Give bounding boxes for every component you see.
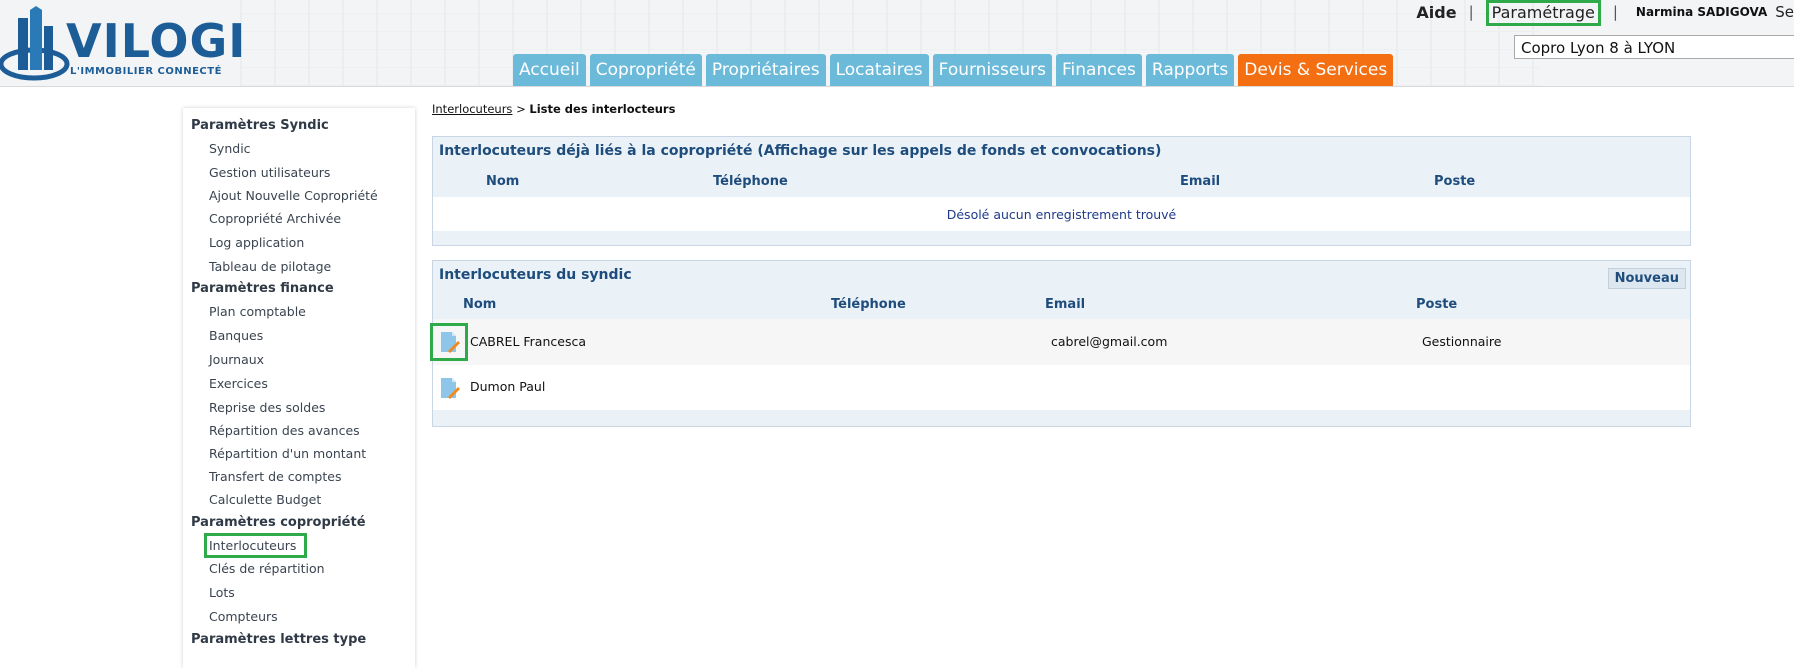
nav-tab-accueil[interactable]: Accueil (513, 54, 586, 86)
sidebar-item-repartition-avances[interactable]: Répartition des avances (209, 423, 360, 438)
panel-syndic-title: Interlocuteurs du syndic (439, 267, 632, 283)
panel-copro-title: Interlocuteurs déjà liés à la copropriét… (439, 143, 1162, 159)
user-extra-link[interactable]: Se (1775, 3, 1794, 21)
sidebar-item-banques[interactable]: Banques (209, 328, 263, 343)
logo-wordmark: VILOGI (66, 14, 247, 68)
breadcrumb-link[interactable]: Interlocuteurs (432, 102, 512, 116)
empty-message: Désolé aucun enregistrement trouvé (946, 207, 1177, 222)
sidebar-section-finance: Paramètres finance (191, 281, 334, 296)
cell-nom: CABREL Francesca (470, 334, 586, 349)
sidebar-item-compteurs[interactable]: Compteurs (209, 609, 278, 624)
breadcrumb: Interlocuteurs > Liste des interlocteurs (432, 102, 675, 116)
table-row[interactable]: Dumon Paul (433, 365, 1690, 410)
sidebar-item-repartition-montant[interactable]: Répartition d'un montant (209, 446, 366, 461)
top-link-separator: | (1612, 3, 1618, 21)
sidebar-item-transfert-comptes[interactable]: Transfert de comptes (209, 469, 341, 484)
table-row-empty: Désolé aucun enregistrement trouvé (433, 197, 1690, 231)
sidebar-item-cles-repartition[interactable]: Clés de répartition (209, 561, 325, 576)
panel-syndic-interlocuteurs: Interlocuteurs du syndic Nouveau Nom Tél… (430, 260, 1691, 427)
logo-tagline: L'IMMOBILIER CONNECTÉ (70, 66, 222, 77)
settings-link[interactable]: Paramétrage (1485, 0, 1601, 26)
sidebar-item-interlocuteurs[interactable]: Interlocuteurs (203, 533, 308, 558)
col-header-poste[interactable]: Poste (1416, 297, 1457, 312)
top-link-separator: | (1468, 3, 1474, 21)
sidebar-item-copropriete-archivee[interactable]: Copropriété Archivée (209, 211, 341, 226)
vilogi-logo[interactable]: VILOGI L'IMMOBILIER CONNECTÉ (0, 6, 260, 84)
sidebar-section-syndic: Paramètres Syndic (191, 118, 329, 133)
col-header-telephone[interactable]: Téléphone (713, 174, 788, 189)
main-nav: Accueil Copropriété Propriétaires Locata… (513, 54, 1397, 86)
sidebar-item-lots[interactable]: Lots (209, 585, 235, 600)
sidebar-item-ajout-copropriete[interactable]: Ajout Nouvelle Copropriété (209, 188, 378, 203)
edit-icon[interactable] (430, 323, 468, 361)
cell-email: cabrel@gmail.com (1051, 334, 1168, 349)
col-header-nom[interactable]: Nom (463, 297, 496, 312)
sidebar-item-tableau-pilotage[interactable]: Tableau de pilotage (209, 259, 331, 274)
col-header-telephone[interactable]: Téléphone (831, 297, 906, 312)
copro-select[interactable]: Copro Lyon 8 à LYON (1514, 35, 1794, 59)
user-name[interactable]: Narmina SADIGOVA (1636, 5, 1767, 19)
nav-tab-devis-services[interactable]: Devis & Services (1238, 54, 1394, 86)
settings-sidebar: Paramètres Syndic Syndic Gestion utilisa… (183, 108, 415, 668)
header: VILOGI L'IMMOBILIER CONNECTÉ Aide | Para… (0, 0, 1794, 87)
col-header-email[interactable]: Email (1045, 297, 1085, 312)
cell-nom: Dumon Paul (470, 379, 546, 394)
edit-icon[interactable] (437, 376, 461, 400)
col-header-poste[interactable]: Poste (1434, 174, 1475, 189)
cell-poste: Gestionnaire (1422, 334, 1502, 349)
panel-copro-interlocuteurs: Interlocuteurs déjà liés à la copropriét… (432, 136, 1691, 246)
sidebar-item-plan-comptable[interactable]: Plan comptable (209, 304, 306, 319)
building-logo-icon (0, 6, 70, 81)
table-row[interactable]: CABREL Francesca cabrel@gmail.com Gestio… (430, 319, 1690, 365)
nav-tab-proprietaires[interactable]: Propriétaires (705, 54, 826, 86)
help-link[interactable]: Aide (1416, 3, 1456, 22)
new-interlocuteur-button[interactable]: Nouveau (1607, 268, 1686, 289)
nav-tab-rapports[interactable]: Rapports (1145, 54, 1235, 86)
breadcrumb-current: Liste des interlocteurs (529, 102, 676, 116)
sidebar-item-log-application[interactable]: Log application (209, 235, 304, 250)
sidebar-section-lettres-type: Paramètres lettres type (191, 632, 367, 647)
nav-tab-finances[interactable]: Finances (1055, 54, 1142, 86)
sidebar-item-exercices[interactable]: Exercices (209, 376, 268, 391)
sidebar-item-syndic[interactable]: Syndic (209, 141, 251, 156)
top-links: Aide | Paramétrage | Narmina SADIGOVA Se (1416, 0, 1794, 26)
sidebar-item-journaux[interactable]: Journaux (209, 352, 264, 367)
sidebar-item-gestion-utilisateurs[interactable]: Gestion utilisateurs (209, 165, 330, 180)
sidebar-item-calculette-budget[interactable]: Calculette Budget (209, 492, 321, 507)
nav-tab-fournisseurs[interactable]: Fournisseurs (932, 54, 1052, 86)
sidebar-section-copropriete: Paramètres copropriété (191, 515, 366, 530)
nav-tab-copropriete[interactable]: Copropriété (589, 54, 702, 86)
sidebar-item-reprise-soldes[interactable]: Reprise des soldes (209, 400, 325, 415)
col-header-email[interactable]: Email (1180, 174, 1220, 189)
nav-tab-locataires[interactable]: Locataires (829, 54, 929, 86)
breadcrumb-separator: > (516, 102, 526, 116)
col-header-nom[interactable]: Nom (486, 174, 519, 189)
